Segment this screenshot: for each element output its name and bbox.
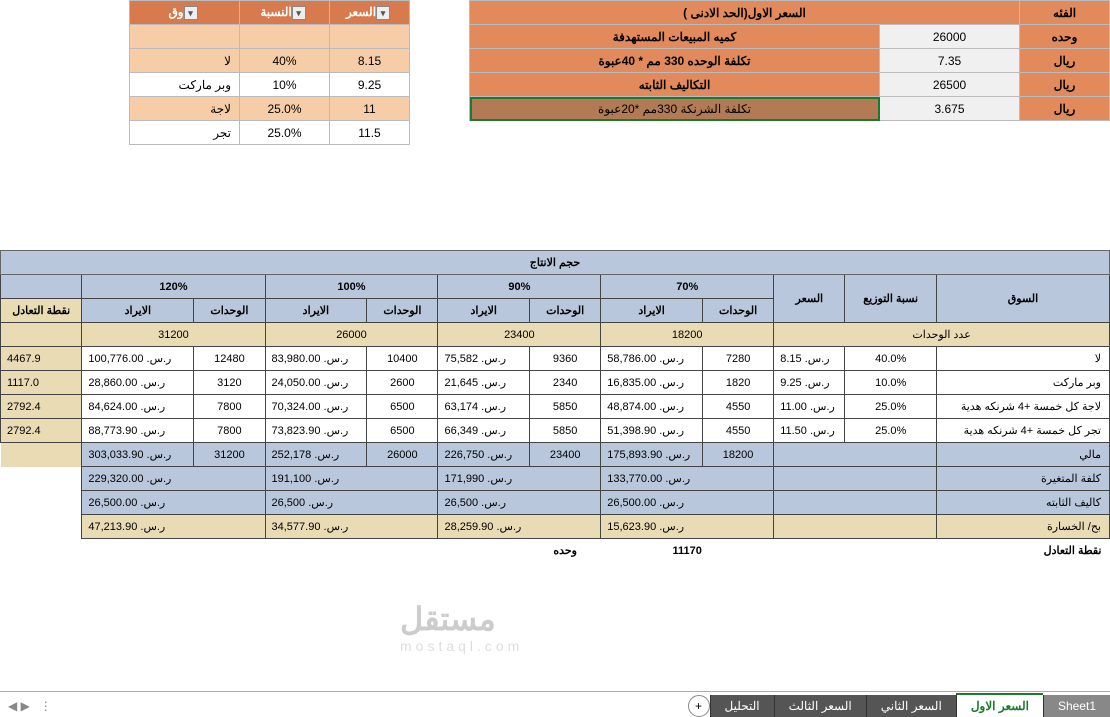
pct-r3[interactable]: 10% bbox=[240, 73, 330, 97]
fixed-cost-label: التكاليف الثابته bbox=[470, 73, 880, 97]
target-qty-label: كميه المبيعات المستهدفة bbox=[470, 25, 880, 49]
table-row: 2792.4 ر.س. 88,773.907800 ر.س. 73,823.90… bbox=[1, 419, 1110, 443]
price-r5[interactable]: 11.5 bbox=[330, 121, 410, 145]
bep-header: نقطة التعادل bbox=[1, 299, 82, 323]
tab-sheet1[interactable]: Sheet1 bbox=[1043, 695, 1110, 717]
pct-r2[interactable]: 40% bbox=[240, 49, 330, 73]
tab-analysis[interactable]: التحليل bbox=[710, 695, 774, 717]
top-parameters-block: الفئه السعر الاول(الحد الادنى ) ▾السعر ▾… bbox=[129, 0, 1110, 145]
unit-cost-val[interactable]: 7.35 bbox=[880, 49, 1020, 73]
total-units-70[interactable]: 18200 bbox=[601, 323, 774, 347]
price-r2[interactable]: 8.15 bbox=[330, 49, 410, 73]
variable-cost-row: ر.س. 229,320.00 ر.س. 191,100 ر.س. 171,99… bbox=[1, 467, 1110, 491]
col-pct[interactable]: ▾النسبة bbox=[240, 1, 330, 25]
production-volume-block: حجم الانتاج 120% 100% 90% 70% السعر نسبة… bbox=[0, 250, 1110, 563]
tab-nav-arrows[interactable]: ◀ ▶ ⋮ bbox=[8, 699, 52, 713]
target-qty-val[interactable]: 26000 bbox=[880, 25, 1020, 49]
shrink-cost-label-selected[interactable]: تكلفة الشرنكة 330مم *20عبوة bbox=[470, 97, 880, 121]
watermark: مستقل bbox=[400, 600, 496, 638]
shrink-cost-val[interactable]: 3.675 bbox=[880, 97, 1020, 121]
pct-90: 90% bbox=[438, 275, 601, 299]
col-price[interactable]: ▾السعر bbox=[330, 1, 410, 25]
total-units-90[interactable]: 23400 bbox=[438, 323, 601, 347]
dist-header: نسبة التوزيع bbox=[845, 275, 937, 323]
tab-price3[interactable]: السعر الثالث bbox=[774, 695, 866, 717]
fixed-cost-val[interactable]: 26500 bbox=[880, 73, 1020, 97]
total-row: ر.س. 303,033.9031200 ر.س. 252,17826000 ر… bbox=[1, 443, 1110, 467]
price-r4[interactable]: 11 bbox=[330, 97, 410, 121]
sheet-tab-bar: ◀ ▶ ⋮ + التحليل السعر الثالث السعر الثان… bbox=[0, 691, 1110, 717]
mkt-r4[interactable]: لاجة bbox=[130, 97, 240, 121]
col-market[interactable]: ▾وق bbox=[130, 1, 240, 25]
price-header: السعر bbox=[774, 275, 845, 323]
pct-100: 100% bbox=[265, 275, 438, 299]
bep-unit-label: وحده bbox=[530, 539, 601, 563]
profit-loss-row: ر.س. 47,213.90 ر.س. 34,577.90 ر.س. 28,25… bbox=[1, 515, 1110, 539]
pct-120: 120% bbox=[82, 275, 265, 299]
unit-count-label: عدد الوحدات bbox=[774, 323, 1110, 347]
bep-value[interactable]: 11170 bbox=[601, 539, 774, 563]
table-row: 4467.9 ر.س. 100,776.0012480 ر.س. 83,980.… bbox=[1, 347, 1110, 371]
unit-riyal: ريال bbox=[1020, 49, 1110, 73]
unit-label: وحده bbox=[1020, 25, 1110, 49]
mkt-r2[interactable]: لا bbox=[130, 49, 240, 73]
unit-cost-label: تكلفة الوحده 330 مم * 40عبوة bbox=[470, 49, 880, 73]
watermark-sub: mostaql.com bbox=[400, 638, 523, 654]
pct-r4[interactable]: 25.0% bbox=[240, 97, 330, 121]
dropdown-icon[interactable]: ▾ bbox=[184, 6, 198, 20]
add-sheet-button[interactable]: + bbox=[688, 695, 710, 717]
tab-price2[interactable]: السعر الثاني bbox=[866, 695, 956, 717]
price1-header: السعر الاول(الحد الادنى ) bbox=[470, 1, 1020, 25]
bep-label: نقطة التعادل bbox=[845, 539, 1110, 563]
total-units-120[interactable]: 31200 bbox=[82, 323, 265, 347]
pct-70: 70% bbox=[601, 275, 774, 299]
table-row: 2792.4 ر.س. 84,624.007800 ر.س. 70,324.00… bbox=[1, 395, 1110, 419]
price-r3[interactable]: 9.25 bbox=[330, 73, 410, 97]
prod-volume-header: حجم الانتاج bbox=[1, 251, 1110, 275]
mkt-r5[interactable]: تجر bbox=[130, 121, 240, 145]
pct-r5[interactable]: 25.0% bbox=[240, 121, 330, 145]
market-header: السوق bbox=[936, 275, 1109, 323]
dropdown-icon[interactable]: ▾ bbox=[376, 6, 390, 20]
mkt-r3[interactable]: وبر ماركت bbox=[130, 73, 240, 97]
category-header: الفئه bbox=[1020, 1, 1110, 25]
tab-price1[interactable]: السعر الاول bbox=[956, 693, 1043, 717]
total-units-100[interactable]: 26000 bbox=[265, 323, 438, 347]
dropdown-icon[interactable]: ▾ bbox=[292, 6, 306, 20]
fixed-cost-row: ر.س. 26,500.00 ر.س. 26,500 ر.س. 26,500 ر… bbox=[1, 491, 1110, 515]
table-row: 1117.0 ر.س. 28,860.003120 ر.س. 24,050.00… bbox=[1, 371, 1110, 395]
